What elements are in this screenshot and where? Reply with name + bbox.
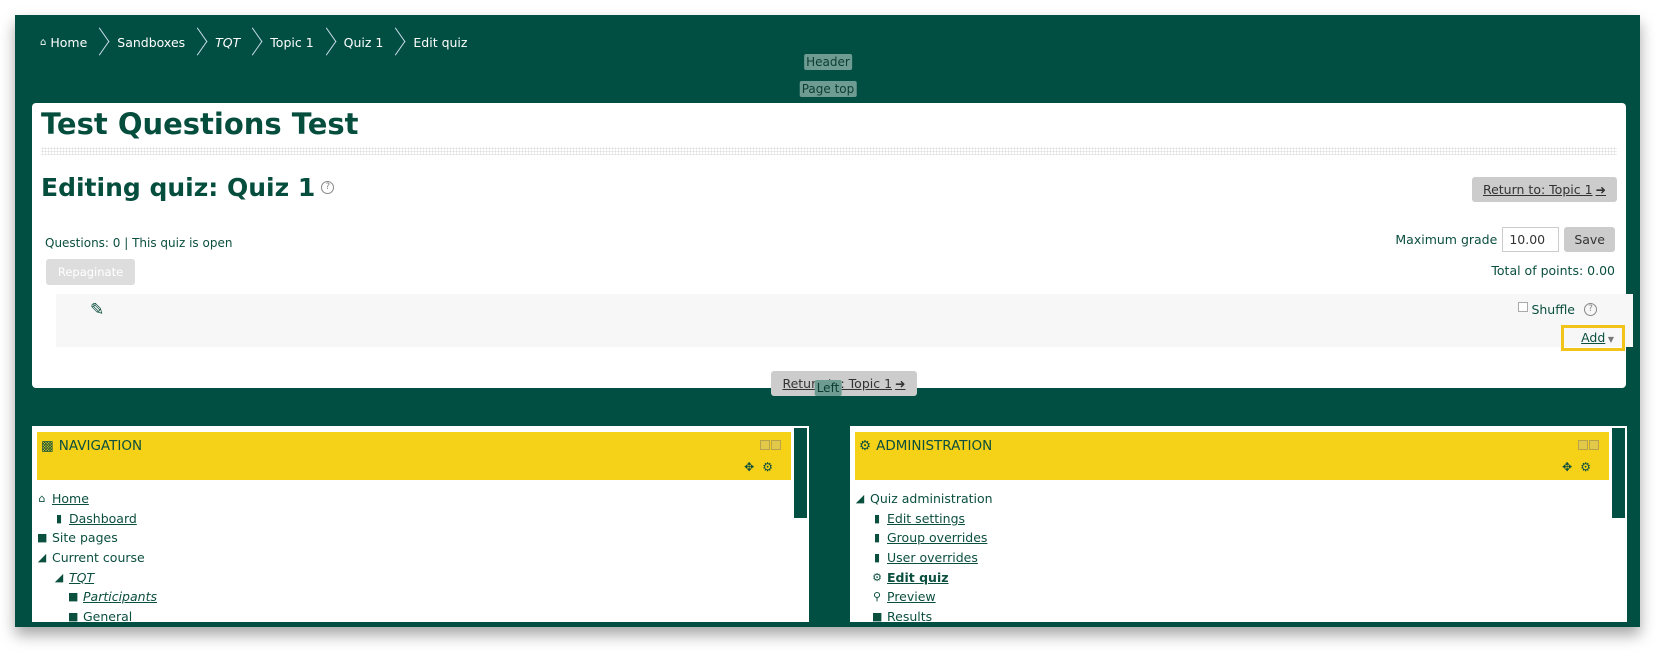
main-content: Test Questions Test Editing quiz: Quiz 1… bbox=[32, 103, 1633, 396]
divider bbox=[41, 147, 1617, 155]
administration-tree: ◢ Quiz administration ▮ Edit settings ▮ Gro… bbox=[855, 489, 993, 622]
nav-item: ◢ Current course bbox=[37, 550, 145, 566]
search-icon: ⚲ bbox=[872, 590, 882, 604]
max-grade-input[interactable] bbox=[1502, 227, 1560, 252]
admin-item: ⚲ Preview bbox=[872, 589, 936, 605]
home-icon: ⌂ bbox=[38, 492, 46, 506]
breadcrumb: ⌂ Home Sandboxes TQT Topic 1 Quiz 1 Edit … bbox=[40, 29, 467, 55]
nav-item: ■ General bbox=[68, 608, 133, 622]
folder-open-icon: ◢ bbox=[855, 492, 865, 506]
file-icon: ▮ bbox=[55, 511, 63, 525]
region-header-label: Header bbox=[804, 54, 852, 70]
minimize-icon[interactable] bbox=[760, 440, 770, 450]
region-page-top-label: Page top bbox=[799, 81, 857, 97]
breadcrumb-quiz[interactable]: Quiz 1 bbox=[344, 35, 384, 50]
admin-item: ▮ Group overrides bbox=[873, 530, 988, 546]
folder-icon: ■ bbox=[68, 609, 79, 622]
move-icon[interactable]: ✥ bbox=[744, 460, 754, 474]
breadcrumb-sandboxes[interactable]: Sandboxes bbox=[117, 35, 185, 50]
scrollbar[interactable] bbox=[794, 428, 807, 518]
max-grade-form: Maximum grade Save bbox=[1395, 227, 1615, 252]
sign-in-icon: ➜ bbox=[1595, 182, 1607, 197]
add-menu-button[interactable]: Add ▼ bbox=[1561, 325, 1625, 351]
scrollbar[interactable] bbox=[1612, 428, 1625, 518]
breadcrumb-home[interactable]: ⌂ Home bbox=[40, 35, 87, 50]
repaginate-button: Repaginate bbox=[46, 259, 135, 285]
help-icon[interactable]: ? bbox=[321, 181, 335, 194]
dock-icon[interactable] bbox=[771, 440, 781, 450]
folder-icon: ■ bbox=[37, 531, 48, 545]
dock-icon[interactable] bbox=[1589, 440, 1599, 450]
shuffle-checkbox[interactable] bbox=[1518, 301, 1529, 312]
folder-icon: ■ bbox=[68, 590, 79, 604]
admin-item: ▮ Edit settings bbox=[873, 510, 966, 526]
return-button-bottom[interactable]: Return to: Topic 1➜ bbox=[771, 371, 917, 396]
folder-open-icon: ◢ bbox=[37, 551, 47, 565]
save-button[interactable]: Save bbox=[1564, 227, 1615, 252]
nav-item: ⌂ Home bbox=[38, 491, 89, 507]
nav-item: ▮ Dashboard bbox=[55, 510, 137, 526]
folder-open-icon: ◢ bbox=[54, 570, 64, 584]
quiz-section: ✎ Shuffle? Add ▼ bbox=[56, 294, 1633, 351]
cogs-icon[interactable]: ⚙ bbox=[1580, 460, 1591, 474]
move-icon[interactable]: ✥ bbox=[1562, 460, 1572, 474]
caret-down-icon: ▼ bbox=[1605, 335, 1614, 344]
sign-in-icon: ➜ bbox=[895, 376, 906, 391]
page-frame: ⌂ Home Sandboxes TQT Topic 1 Quiz 1 Edit … bbox=[15, 15, 1640, 627]
max-grade-label: Maximum grade bbox=[1395, 232, 1498, 247]
breadcrumb-current: Edit quiz bbox=[413, 34, 468, 50]
edit-icon[interactable]: ✎ bbox=[90, 300, 104, 320]
navigation-tree: ⌂ Home ▮ Dashboard ■ Site pages ◢ Current co… bbox=[37, 489, 157, 622]
folder-icon: ■ bbox=[872, 609, 883, 622]
sitemap-icon: ▩ bbox=[41, 438, 54, 454]
admin-item: ⚙ Edit quiz bbox=[872, 569, 949, 585]
return-button-top[interactable]: Return to: Topic 1 ➜ bbox=[1472, 177, 1617, 202]
nav-item: ■ Participants bbox=[68, 589, 157, 605]
home-icon: ⌂ bbox=[40, 36, 47, 48]
minimize-icon[interactable] bbox=[1578, 440, 1588, 450]
administration-block: ⚙ ADMINISTRATION ✥ ⚙ ◢ Quiz administration … bbox=[850, 426, 1627, 622]
help-icon[interactable]: ? bbox=[1584, 303, 1597, 316]
cogs-icon: ⚙ bbox=[859, 438, 872, 454]
nav-item: ◢ TQT bbox=[54, 569, 95, 585]
admin-item: ▮ User overrides bbox=[873, 550, 978, 566]
cogs-icon[interactable]: ⚙ bbox=[762, 460, 773, 474]
region-left-label: Left bbox=[814, 380, 842, 396]
navigation-block: ▩ NAVIGATION ✥ ⚙ ⌂ Home ▮ Dashboard ■ Site pa… bbox=[32, 426, 809, 622]
admin-item: ■ Results bbox=[872, 608, 933, 622]
breadcrumb-tqt[interactable]: TQT bbox=[215, 35, 240, 50]
total-points: Total of points: 0.00 bbox=[1491, 263, 1615, 278]
nav-item: ■ Site pages bbox=[37, 530, 118, 546]
file-icon: ▮ bbox=[873, 511, 881, 525]
file-icon: ▮ bbox=[873, 531, 881, 545]
quiz-info: Questions: 0 | This quiz is open bbox=[45, 236, 233, 250]
file-icon: ▮ bbox=[873, 551, 881, 565]
page-title: Test Questions Test bbox=[41, 107, 359, 141]
breadcrumb-topic[interactable]: Topic 1 bbox=[270, 35, 313, 50]
page-heading: Editing quiz: Quiz 1? bbox=[41, 173, 335, 202]
admin-item: ◢ Quiz administration bbox=[855, 491, 993, 507]
cog-icon: ⚙ bbox=[872, 570, 882, 584]
